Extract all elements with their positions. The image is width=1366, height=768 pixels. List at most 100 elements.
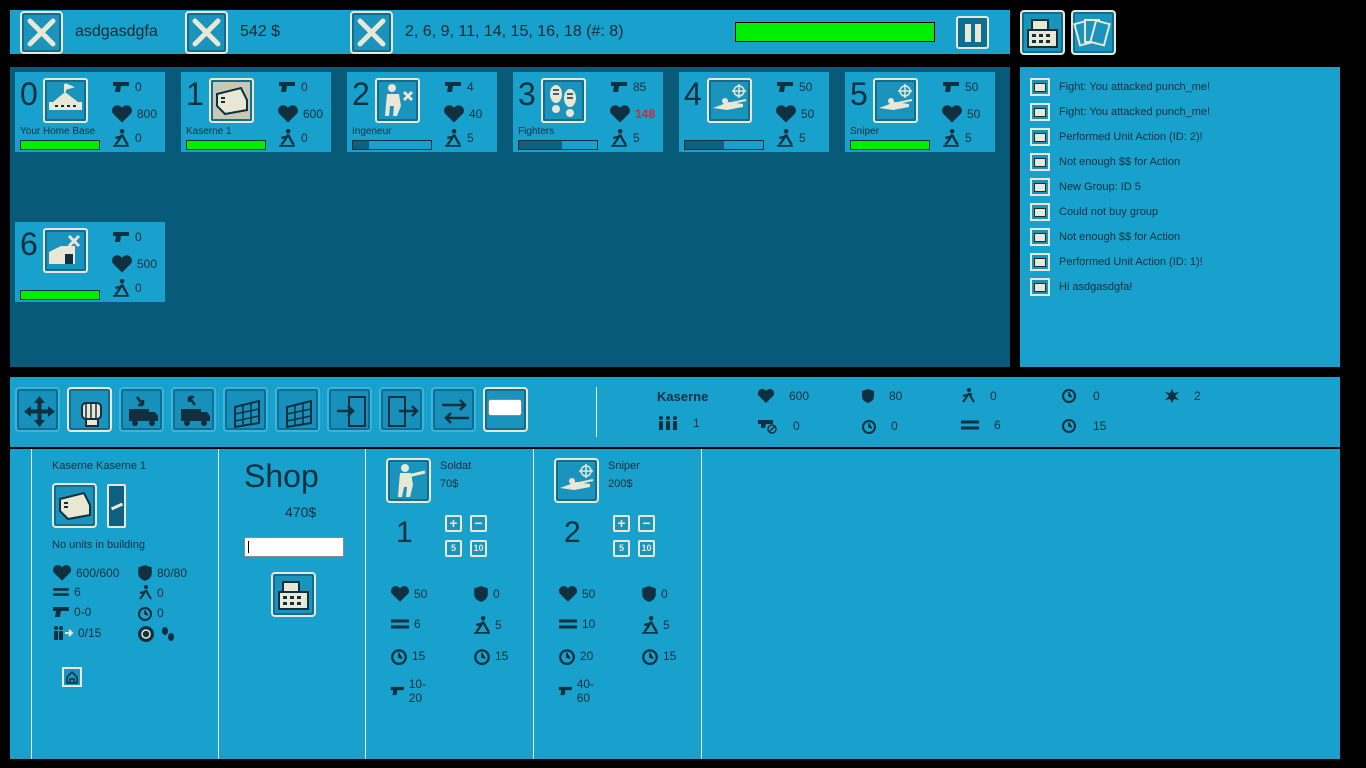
shop-item-atk-value: 40-60 — [576, 677, 595, 705]
barracks-icon — [59, 491, 91, 521]
text-field[interactable] — [488, 399, 522, 416]
shop-item-hp: 50 — [558, 585, 595, 603]
load-truck-button[interactable] — [119, 387, 164, 432]
truck-unload-icon — [181, 395, 210, 426]
walker-icon — [474, 616, 490, 634]
shield-icon — [474, 586, 488, 602]
building-hp-value: 600/600 — [76, 566, 120, 580]
info-timer1: 0 — [1061, 388, 1100, 404]
info-extra-value: 2 — [1194, 389, 1201, 403]
close-money-button[interactable] — [185, 11, 228, 54]
home-button[interactable] — [62, 667, 82, 687]
cards-button[interactable] — [1071, 10, 1116, 55]
range-icon — [391, 619, 409, 629]
card-icon-button[interactable] — [541, 78, 586, 123]
card-icon-button[interactable] — [43, 78, 88, 123]
alarm-icon — [642, 649, 658, 665]
enter-door-button[interactable] — [327, 387, 372, 432]
no-attack-icon — [758, 420, 777, 434]
wall-in-button[interactable] — [223, 387, 268, 432]
log-text: Not enough $$ for Action — [1059, 156, 1181, 168]
unit-card[interactable]: 5 Sniper 50 50 5 — [845, 72, 995, 152]
shop-item-price: 200$ — [608, 478, 633, 490]
log-text: Could not buy group — [1059, 206, 1159, 218]
minus-button[interactable]: − — [638, 515, 655, 532]
card-move: 5 — [775, 129, 806, 147]
close-groups-button[interactable] — [350, 11, 393, 54]
shop-item-atk: 40-60 — [558, 677, 599, 705]
cards-icon — [1073, 19, 1111, 47]
unit-card[interactable]: 0 Your Home Base 0 800 0 — [15, 72, 165, 152]
plus-five-button[interactable]: 5 — [445, 540, 462, 557]
pause-button[interactable] — [956, 16, 989, 49]
target-icon — [138, 626, 154, 642]
move-action-button[interactable] — [15, 387, 60, 432]
shop-item-name: Soldat — [440, 460, 472, 472]
card-attack: 4 — [443, 80, 474, 94]
close-player-button[interactable] — [20, 11, 63, 54]
log-item: Could not buy group — [1030, 202, 1158, 222]
plus-five-button[interactable]: 5 — [613, 540, 630, 557]
walker-icon — [777, 129, 793, 147]
plus-button[interactable]: + — [613, 515, 630, 532]
card-progress-bar — [684, 140, 764, 150]
close-icon — [27, 18, 56, 47]
wall-out-button[interactable] — [275, 387, 320, 432]
card-icon-button[interactable] — [43, 228, 88, 273]
unit-card[interactable]: 2 Ingeneur 4 40 5 — [347, 72, 497, 152]
shop-item-icon[interactable] — [554, 458, 599, 503]
log-item: Performed Unit Action (ID: 2)! — [1030, 127, 1203, 147]
heart-icon — [112, 255, 132, 273]
log-text: Hi asdgasdgfa! — [1059, 281, 1133, 293]
unit-card[interactable]: 1 Kaserne 1 0 600 0 — [181, 72, 331, 152]
log-item: Performed Unit Action (ID: 1)! — [1030, 252, 1203, 272]
shield-icon — [642, 586, 656, 602]
unit-card[interactable]: 3 Fighters 85 148 5 — [513, 72, 663, 152]
card-icon-button[interactable] — [375, 78, 420, 123]
card-icon-button[interactable] — [873, 78, 918, 123]
walker-icon — [139, 585, 152, 600]
building-armor: 80/80 — [137, 564, 187, 582]
heart-icon — [942, 105, 962, 123]
close-icon — [192, 18, 221, 47]
health-bar — [735, 22, 935, 42]
plus-ten-button[interactable]: 10 — [470, 540, 487, 557]
info-armor-value: 80 — [889, 389, 903, 403]
attack-action-button[interactable] — [67, 387, 112, 432]
card-icon-button[interactable] — [707, 78, 752, 123]
card-hp: 800 — [111, 104, 157, 124]
unit-card[interactable]: 4 50 50 5 — [679, 72, 829, 152]
card-hp-value: 50 — [967, 107, 981, 121]
swap-units-button[interactable] — [431, 387, 476, 432]
pistol-icon — [943, 82, 959, 92]
unload-truck-button[interactable] — [171, 387, 216, 432]
shop-item-armor: 0 — [641, 585, 668, 603]
pistol-icon — [113, 82, 129, 92]
exit-door-button[interactable] — [379, 387, 424, 432]
shop-item-armor-value: 0 — [661, 587, 668, 601]
card-progress-bar — [20, 140, 100, 150]
card-hp-value: 500 — [137, 257, 158, 271]
plus-ten-button[interactable]: 10 — [638, 540, 655, 557]
shop-item-icon[interactable] — [386, 458, 431, 503]
plus-button[interactable]: + — [445, 515, 462, 532]
text-input-button[interactable] — [483, 387, 528, 432]
shop-buy-button[interactable] — [271, 572, 316, 617]
envelope-icon — [1030, 278, 1050, 296]
shop-input[interactable] — [244, 537, 344, 557]
card-progress-fill — [21, 141, 99, 149]
minus-button[interactable]: − — [470, 515, 487, 532]
card-icon-button[interactable] — [209, 78, 254, 123]
divider — [31, 449, 32, 759]
card-move-value: 0 — [135, 281, 142, 295]
shop-item-timer2: 15 — [473, 647, 508, 665]
card-number: 1 — [186, 76, 204, 112]
card-progress-bar — [850, 140, 930, 150]
shop-register-button[interactable] — [1020, 10, 1065, 55]
unit-card[interactable]: 6 0 500 0 — [15, 222, 165, 302]
card-name: Fighters — [518, 126, 555, 137]
sniper-icon — [879, 84, 913, 110]
heart-icon — [610, 105, 630, 123]
card-hp: 500 — [111, 254, 157, 274]
envelope-icon — [1030, 203, 1050, 221]
